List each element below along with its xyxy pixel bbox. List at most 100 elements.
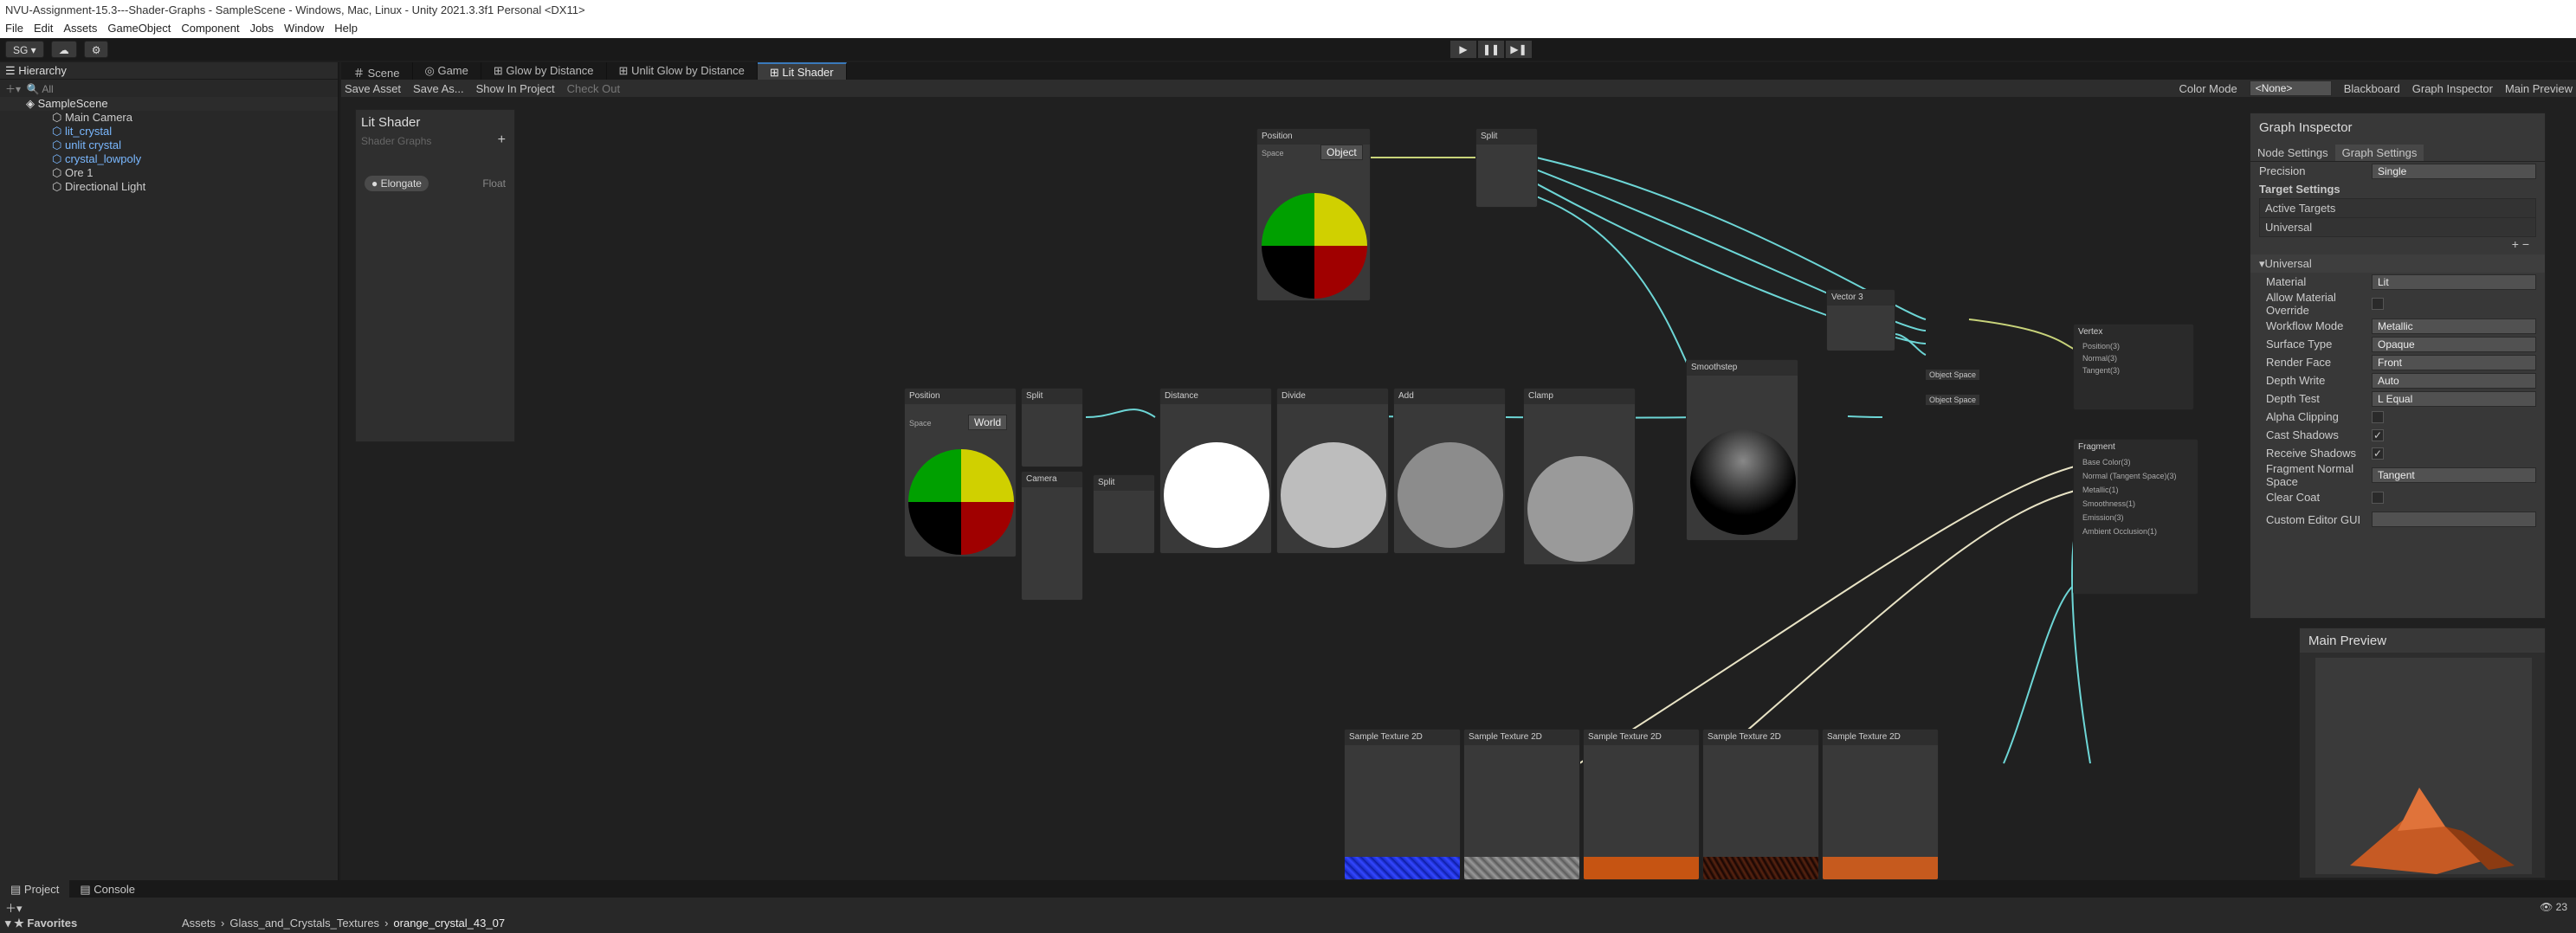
- graph-inspector-toggle[interactable]: Graph Inspector: [2412, 82, 2493, 95]
- main-preview-toggle[interactable]: Main Preview: [2505, 82, 2573, 95]
- account-button[interactable]: SG ▾: [5, 41, 44, 58]
- fragment-port-5[interactable]: Ambient Occlusion(1): [2074, 524, 2198, 538]
- menu-window[interactable]: Window: [284, 22, 324, 35]
- vertex-port-0[interactable]: Position(3): [2074, 340, 2193, 352]
- fragment-port-4[interactable]: Emission(3): [2074, 511, 2198, 524]
- check-out-button[interactable]: Check Out: [567, 82, 620, 95]
- fragment-port-3[interactable]: Smoothness(1): [2074, 497, 2198, 511]
- tab-graph-settings[interactable]: Graph Settings: [2334, 145, 2424, 161]
- menu-assets[interactable]: Assets: [63, 22, 97, 35]
- cloud-icon[interactable]: ☁: [50, 41, 77, 58]
- hierarchy-item[interactable]: ⬡ lit_crystal: [0, 125, 338, 138]
- node-vector3[interactable]: Vector 3: [1826, 289, 1895, 351]
- hierarchy-item[interactable]: ⬡ Main Camera: [0, 111, 338, 125]
- node-add[interactable]: Add: [1393, 388, 1506, 554]
- graph-canvas[interactable]: Lit Shader Shader Graphs + ● Elongate Fl…: [341, 97, 2576, 880]
- breadcrumb-folder[interactable]: Glass_and_Crystals_Textures: [229, 917, 379, 930]
- node-vertex[interactable]: Vertex Position(3) Normal(3) Tangent(3): [2073, 324, 2194, 410]
- save-asset-button[interactable]: Save Asset: [345, 82, 401, 95]
- breadcrumb-assets[interactable]: Assets: [182, 917, 216, 930]
- node-fragment[interactable]: Fragment Base Color(3) Normal (Tangent S…: [2073, 439, 2198, 595]
- inspector-dropdown[interactable]: Tangent: [2372, 467, 2536, 483]
- node-clamp[interactable]: Clamp: [1523, 388, 1636, 565]
- node-preview: [1690, 429, 1796, 535]
- blackboard-toggle[interactable]: Blackboard: [2344, 82, 2400, 95]
- favorites-item[interactable]: ▾ ★ Favorites: [5, 917, 77, 930]
- pause-icon[interactable]: ❚❚: [1478, 41, 1504, 58]
- fragment-port-0[interactable]: Base Color(3): [2074, 455, 2198, 469]
- step-icon[interactable]: ▶❚: [1506, 41, 1532, 58]
- tab-project[interactable]: ▤ Project: [0, 880, 70, 898]
- object-space-chip-1[interactable]: Object Space: [1926, 370, 1980, 380]
- target-list-buttons[interactable]: + −: [2250, 237, 2545, 254]
- inspector-checkbox[interactable]: [2372, 491, 2384, 504]
- node-position-left[interactable]: Position Space World: [904, 388, 1017, 557]
- node-distance[interactable]: Distance: [1159, 388, 1272, 554]
- inspector-dropdown[interactable]: L Equal: [2372, 390, 2536, 407]
- fragment-port-2[interactable]: Metallic(1): [2074, 483, 2198, 497]
- menu-edit[interactable]: Edit: [34, 22, 53, 35]
- preview-viewport[interactable]: [2315, 658, 2532, 874]
- node-smoothstep[interactable]: Smoothstep: [1686, 359, 1798, 541]
- show-in-project-button[interactable]: Show In Project: [476, 82, 555, 95]
- precision-dropdown[interactable]: Single: [2372, 163, 2536, 179]
- node-sample-texture-3[interactable]: Sample Texture 2D: [1583, 729, 1700, 880]
- menu-help[interactable]: Help: [334, 22, 358, 35]
- inspector-dropdown[interactable]: Opaque: [2372, 336, 2536, 352]
- menu-file[interactable]: File: [5, 22, 23, 35]
- node-space-dropdown[interactable]: Object: [1320, 145, 1363, 160]
- node-position-top[interactable]: Position Space Object: [1256, 128, 1371, 301]
- inspector-checkbox[interactable]: [2372, 298, 2384, 310]
- tab-console[interactable]: ▤ Console: [69, 880, 145, 898]
- tab-unlit-glow[interactable]: ⊞ Unlit Glow by Distance: [607, 62, 758, 80]
- vertex-port-1[interactable]: Normal(3): [2074, 352, 2193, 364]
- hierarchy-item[interactable]: ⬡ Directional Light: [0, 180, 338, 194]
- menu-gameobject[interactable]: GameObject: [107, 22, 171, 35]
- tab-scene[interactable]: ＃ Scene: [341, 62, 413, 80]
- menu-jobs[interactable]: Jobs: [250, 22, 274, 35]
- tab-glow-by-distance[interactable]: ⊞ Glow by Distance: [481, 62, 607, 80]
- inspector-dropdown[interactable]: Front: [2372, 354, 2536, 370]
- hierarchy-item[interactable]: ⬡ Ore 1: [0, 166, 338, 180]
- node-sample-texture-2[interactable]: Sample Texture 2D: [1463, 729, 1580, 880]
- node-divide[interactable]: Divide: [1276, 388, 1389, 554]
- target-item[interactable]: Universal: [2260, 218, 2535, 236]
- fragment-port-1[interactable]: Normal (Tangent Space)(3): [2074, 469, 2198, 483]
- node-sample-texture-4[interactable]: Sample Texture 2D: [1702, 729, 1819, 880]
- node-split-top[interactable]: Split: [1475, 128, 1538, 208]
- gameobject-icon: ⬡: [52, 111, 65, 124]
- node-preview: [1281, 442, 1386, 548]
- node-split-left[interactable]: Split: [1021, 388, 1083, 467]
- hierarchy-item[interactable]: ⬡ unlit crystal: [0, 138, 338, 152]
- tab-game[interactable]: ◎ Game: [413, 62, 481, 80]
- node-sample-texture-1[interactable]: Sample Texture 2D: [1344, 729, 1461, 880]
- node-camera[interactable]: Camera: [1021, 471, 1083, 601]
- hierarchy-item[interactable]: ⬡ crystal_lowpoly: [0, 152, 338, 166]
- menu-component[interactable]: Component: [181, 22, 239, 35]
- play-icon[interactable]: ▶: [1450, 41, 1476, 58]
- inspector-dropdown[interactable]: Auto: [2372, 372, 2536, 389]
- hierarchy-search-input[interactable]: All: [42, 83, 53, 95]
- hierarchy-item[interactable]: ◈ SampleScene: [0, 97, 338, 111]
- breadcrumb-asset[interactable]: orange_crystal_43_07: [393, 917, 505, 930]
- node-space-dropdown[interactable]: World: [968, 415, 1008, 430]
- collab-icon[interactable]: ⚙: [83, 41, 109, 58]
- inspector-dropdown[interactable]: [2372, 512, 2536, 527]
- object-space-chip-2[interactable]: Object Space: [1926, 395, 1980, 405]
- hierarchy-search[interactable]: ＋▾ 🔍 All: [0, 80, 338, 97]
- inspector-checkbox[interactable]: ✓: [2372, 447, 2384, 460]
- universal-section[interactable]: ▾ Universal: [2250, 254, 2545, 273]
- node-sample-texture-5[interactable]: Sample Texture 2D: [1822, 729, 1939, 880]
- vertex-port-2[interactable]: Tangent(3): [2074, 364, 2193, 376]
- color-mode-dropdown[interactable]: <None>: [2249, 80, 2332, 96]
- inspector-checkbox[interactable]: ✓: [2372, 428, 2384, 441]
- tab-lit-label: Lit Shader: [782, 66, 834, 79]
- save-as-button[interactable]: Save As...: [413, 82, 464, 95]
- inspector-dropdown[interactable]: Lit: [2372, 273, 2536, 290]
- tab-lit-shader[interactable]: ⊞ Lit Shader: [757, 62, 847, 80]
- tab-node-settings[interactable]: Node Settings: [2250, 145, 2335, 161]
- hierarchy-tab[interactable]: ☰ Hierarchy: [0, 62, 338, 80]
- node-split-mid[interactable]: Split: [1093, 474, 1155, 554]
- inspector-dropdown[interactable]: Metallic: [2372, 318, 2536, 334]
- inspector-checkbox[interactable]: [2372, 410, 2384, 423]
